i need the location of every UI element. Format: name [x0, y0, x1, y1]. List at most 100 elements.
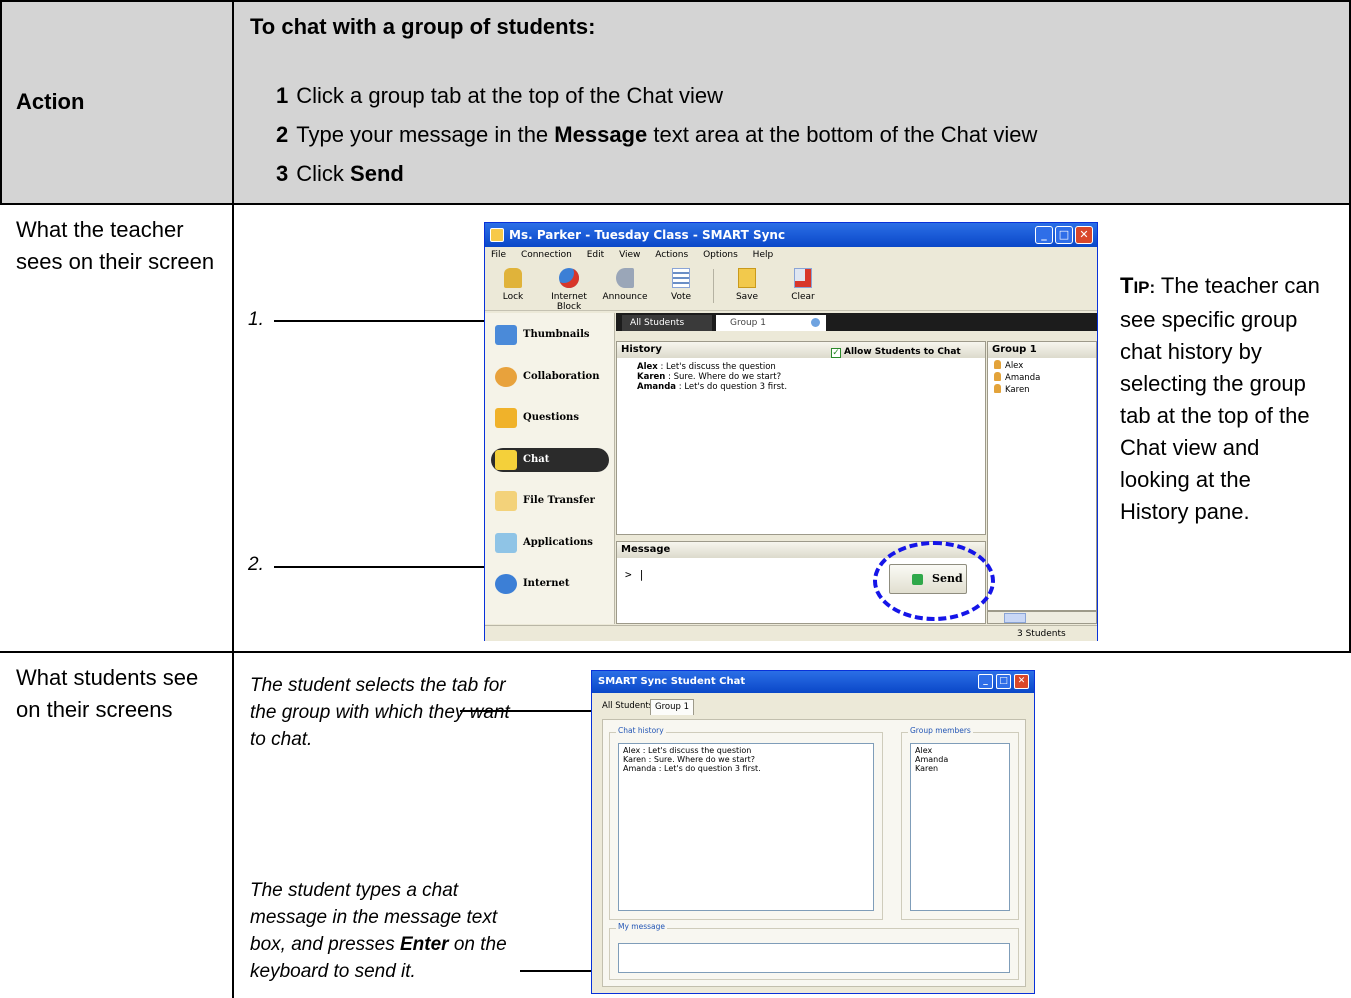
list-item: Karen: [915, 764, 939, 773]
menu-edit[interactable]: Edit: [587, 250, 604, 260]
student-window: SMART Sync Student Chat _ □ ✕ All Studen…: [591, 670, 1035, 994]
table-column-divider: [232, 0, 234, 998]
sidebar-item-applications[interactable]: Applications: [491, 531, 609, 555]
internet-block-button[interactable]: Internet Block: [541, 265, 597, 312]
lock-icon: [504, 268, 522, 288]
menu-actions[interactable]: Actions: [655, 250, 688, 260]
action-label: Action: [16, 89, 85, 114]
table-divider-header: [0, 203, 1351, 205]
save-button[interactable]: Save: [719, 265, 775, 302]
history-line: Alex : Let's discuss the question: [623, 746, 752, 755]
menu-options[interactable]: Options: [703, 250, 738, 260]
student-window-title: SMART Sync Student Chat: [598, 676, 746, 687]
tab-all-students[interactable]: All Students: [622, 315, 712, 331]
chat-history-legend: Chat history: [616, 726, 666, 735]
vote-button[interactable]: Vote: [653, 265, 709, 302]
history-line: Karen : Sure. Where do we start?: [637, 372, 782, 382]
history-line: Amanda : Let's do question 3 first.: [623, 764, 761, 773]
lock-button[interactable]: Lock: [485, 265, 541, 302]
my-message-group: My message: [609, 922, 1019, 980]
menu-help[interactable]: Help: [753, 250, 774, 260]
tab-group-1[interactable]: Group 1: [716, 315, 826, 331]
clear-button[interactable]: Clear: [775, 265, 831, 302]
chat-history-group: Chat history Alex : Let's discuss the qu…: [609, 726, 883, 920]
menu-connection[interactable]: Connection: [521, 250, 572, 260]
step-2: 2 Type your message in the Message text a…: [276, 122, 1038, 147]
group-members-group: Group members Alex Amanda Karen: [901, 726, 1019, 920]
allow-chat-checkbox[interactable]: ✓ Allow Students to Chat: [831, 344, 961, 360]
sidebar-item-file-transfer[interactable]: File Transfer: [491, 489, 609, 513]
questions-icon: [495, 408, 517, 428]
member-list: Alex Amanda Karen: [988, 358, 1096, 396]
vote-icon: [672, 268, 690, 288]
scrollbar-thumb[interactable]: [1004, 613, 1026, 623]
history-line: Amanda : Let's do question 3 first.: [637, 382, 788, 392]
student-tab-all-students[interactable]: All Students: [598, 699, 657, 715]
sidebar-item-internet[interactable]: Internet: [491, 572, 609, 596]
table-divider-row: [0, 651, 1351, 653]
applications-icon: [495, 533, 517, 553]
thumbnails-icon: [495, 325, 517, 345]
menu-view[interactable]: View: [619, 250, 640, 260]
minimize-button[interactable]: _: [1035, 226, 1053, 244]
list-item[interactable]: Karen: [994, 384, 1096, 396]
close-tab-icon[interactable]: [811, 318, 820, 327]
sidebar: Thumbnails Collaboration Questions Chat …: [485, 313, 615, 624]
sidebar-item-collaboration[interactable]: Collaboration: [491, 365, 609, 389]
student-close-button[interactable]: ✕: [1014, 674, 1029, 689]
internet-block-icon: [559, 268, 579, 288]
collaboration-icon: [495, 367, 517, 387]
toolbar-separator: [713, 269, 714, 303]
student-maximize-button[interactable]: □: [996, 674, 1011, 689]
folder-icon: [495, 491, 517, 511]
teacher-titlebar: Ms. Parker - Tuesday Class - SMART Sync …: [485, 223, 1097, 247]
history-messages: Alex : Let's discuss the question Karen …: [617, 358, 985, 392]
tip-note: TIP: The teacher can see specific group …: [1120, 273, 1320, 524]
announce-icon: [616, 268, 634, 288]
teacher-row-label: What the teacher sees on their screen: [16, 217, 215, 274]
student-tab-note: The student selects the tab for the grou…: [250, 675, 510, 750]
student-tab-group-1[interactable]: Group 1: [650, 699, 694, 715]
step-list: 1 Click a group tab at the top of the Cha…: [276, 78, 1037, 195]
student-minimize-button[interactable]: _: [978, 674, 993, 689]
history-line: Karen : Sure. Where do we start?: [623, 755, 756, 764]
clear-icon: [794, 268, 812, 288]
students-row-label: What students see on their screens: [16, 665, 199, 722]
history-pane: History ✓ Allow Students to Chat Alex : L…: [616, 341, 986, 535]
teacher-window-title: Ms. Parker - Tuesday Class - SMART Sync: [509, 228, 786, 242]
table-border-top: [0, 0, 1351, 2]
list-item[interactable]: Amanda: [994, 372, 1096, 384]
save-icon: [738, 268, 756, 288]
sidebar-item-thumbnails[interactable]: Thumbnails: [491, 323, 609, 347]
app-icon: [490, 228, 504, 242]
list-item: Amanda: [915, 755, 949, 764]
close-button[interactable]: ✕: [1075, 226, 1093, 244]
maximize-button[interactable]: □: [1055, 226, 1073, 244]
my-message-input[interactable]: [618, 943, 1010, 973]
step-1: 1 Click a group tab at the top of the Cha…: [276, 83, 724, 108]
sidebar-item-chat[interactable]: Chat: [491, 448, 609, 472]
chat-history-box: Alex : Let's discuss the question Karen …: [618, 743, 874, 911]
group-header: Group 1: [988, 342, 1096, 358]
horizontal-scrollbar[interactable]: [987, 611, 1097, 624]
history-header: History ✓ Allow Students to Chat: [617, 342, 985, 358]
teacher-window: Ms. Parker - Tuesday Class - SMART Sync …: [484, 222, 1098, 641]
menu-bar: File Connection Edit View Actions Option…: [485, 247, 1097, 263]
send-highlight-circle: [873, 541, 995, 621]
announce-button[interactable]: Announce: [597, 265, 653, 302]
my-message-legend: My message: [616, 922, 667, 931]
internet-icon: [495, 574, 517, 594]
procedure-title: To chat with a group of students:: [250, 14, 596, 39]
menu-file[interactable]: File: [491, 250, 506, 260]
list-item[interactable]: Alex: [994, 360, 1096, 372]
checkbox-icon: ✓: [831, 348, 841, 358]
history-line: Alex : Let's discuss the question: [637, 362, 776, 372]
pointer-label-1: 1.: [248, 309, 264, 330]
sidebar-item-questions[interactable]: Questions: [491, 406, 609, 430]
chat-icon: [495, 450, 517, 470]
group-members-pane: Group 1 Alex Amanda Karen: [987, 341, 1097, 611]
table-border-left: [0, 0, 2, 204]
group-members-box: Alex Amanda Karen: [910, 743, 1010, 911]
message-input[interactable]: > |: [625, 568, 645, 581]
chat-tab-strip: All Students Group 1: [616, 313, 1097, 331]
